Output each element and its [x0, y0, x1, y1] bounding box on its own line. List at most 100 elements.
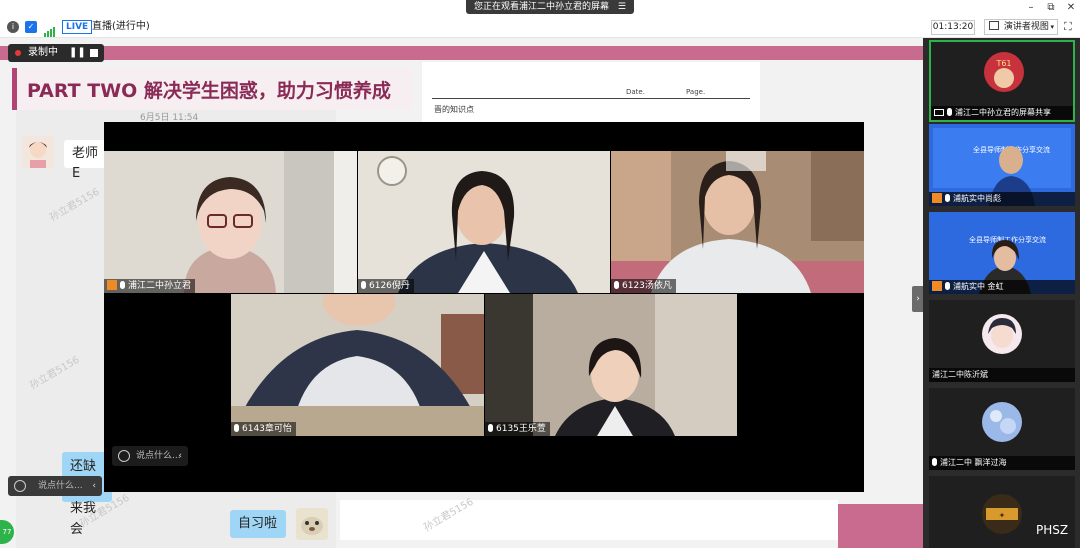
sidebar-tile-label: 浦江二中陈沂斌: [929, 368, 1075, 382]
sidebar-tile[interactable]: ✦: [929, 476, 1075, 548]
mic-icon: [614, 281, 619, 289]
participant-label: 浦江二中孙立君: [104, 279, 196, 293]
watermark: 孙立君5156: [421, 496, 476, 534]
mic-icon: [932, 458, 937, 466]
participant-label: 6135王乐萱: [485, 422, 550, 436]
live-status: 直播(进行中): [92, 21, 150, 32]
minimize-icon[interactable]: –: [1024, 1, 1038, 15]
sidebar-tile-label: 浦江二中孙立君的屏幕共享: [931, 106, 1073, 120]
mic-icon: [120, 281, 125, 289]
screen-share-icon: [934, 109, 944, 116]
info-icon[interactable]: i: [7, 21, 19, 33]
sidebar-toggle-icon[interactable]: ›: [912, 286, 923, 312]
window-title: 您正在观看浦江二中孙立君的屏幕: [474, 2, 610, 12]
chevron-left-icon[interactable]: ‹: [178, 446, 182, 466]
menu-icon[interactable]: ☰: [618, 2, 626, 12]
sidebar-tile-name: 浦江二中 飘洋过海: [940, 458, 1007, 467]
participant-label: 6126倪丹: [358, 279, 414, 293]
sidebar-tile-name: 浦航实中 金虹: [953, 282, 1004, 291]
live-badge: LIVE: [62, 20, 93, 34]
signal-icon: [44, 22, 55, 37]
sidebar-tile-label: 浦航实中 金虹: [929, 280, 1075, 294]
view-mode-label: 演讲者视图: [1003, 22, 1049, 32]
sidebar-tile-label: 浦江二中 飘洋过海: [929, 456, 1075, 470]
restore-icon[interactable]: ⧉: [1044, 1, 1058, 15]
host-icon: [932, 193, 942, 203]
screen-share-notice: 您正在观看浦江二中孙立君的屏幕 ☰: [466, 0, 634, 14]
recording-indicator: 录制中 ❚❚: [8, 44, 104, 62]
record-dot-icon: [15, 50, 21, 56]
paper-handwriting: 晋的知识点: [434, 105, 474, 114]
chevron-left-icon[interactable]: ‹: [92, 476, 96, 496]
mic-icon: [234, 424, 239, 432]
sidebar-tile[interactable]: 全县导师制工作分享交流 浦航实中尚彪: [929, 124, 1075, 206]
video-chat-placeholder: 说点什么...: [136, 451, 181, 461]
participant-name: 6143章可怡: [242, 424, 292, 434]
chat-bubble: 自习啦: [230, 510, 286, 538]
slide-header-band: [0, 46, 923, 60]
meeting-app: 您正在观看浦江二中孙立君的屏幕 ☰ – ⧉ ✕ i ✓ LIVE 直播(进行中)…: [0, 0, 1080, 548]
avatar-text: T61: [995, 59, 1011, 68]
shield-icon[interactable]: ✓: [25, 21, 37, 33]
notification-badge[interactable]: 77: [0, 520, 14, 544]
participant-name: 浦江二中孙立君: [128, 281, 192, 291]
host-icon: [932, 281, 942, 291]
watermark: 孙立君5156: [47, 186, 102, 224]
host-icon: [107, 280, 117, 290]
video-tile[interactable]: 6143章可怡: [231, 294, 484, 436]
participant-label: 6143章可怡: [231, 422, 296, 436]
avatar: T61: [984, 52, 1024, 92]
sidebar-tile-name: 浦江二中陈沂斌: [932, 370, 988, 379]
layout-icon: [989, 21, 999, 30]
mic-icon: [945, 194, 950, 202]
video-tile[interactable]: 6126倪丹: [358, 151, 610, 293]
watermark: 孙立君5156: [27, 354, 82, 392]
sidebar-tile-label: 浦航实中尚彪: [929, 192, 1075, 206]
emoji-icon[interactable]: [118, 450, 130, 462]
title-bar: 您正在观看浦江二中孙立君的屏幕 ☰ – ⧉ ✕: [0, 0, 1080, 16]
sidebar-tile[interactable]: 全县导师制工作分享交流 浦航实中 金虹: [929, 212, 1075, 294]
paper-date: Date.: [626, 88, 645, 96]
emoji-icon[interactable]: [14, 480, 26, 492]
avatar: ✦: [982, 494, 1022, 534]
toolbar: i ✓ LIVE 直播(进行中) 01:13:20 演讲者视图 ▾ ⛶: [0, 16, 1080, 38]
mic-icon: [361, 281, 366, 289]
participant-label: 6123汤依凡: [611, 279, 676, 293]
chevron-down-icon: ▾: [1050, 23, 1054, 31]
elapsed-timer: 01:13:20: [931, 20, 975, 35]
video-gallery: 浦江二中孙立君 6126倪丹 6123汤依凡 6143章可怡 6135王乐萱 说…: [104, 122, 864, 492]
participant-name: 6126倪丹: [369, 281, 410, 291]
sidebar-tile-name: 浦航实中尚彪: [953, 194, 1001, 203]
video-chat-input[interactable]: 说点什么... ‹: [112, 446, 188, 466]
stop-recording-button[interactable]: [90, 49, 98, 57]
slide-title-box: PART TWO 解决学生困惑，助力习惯养成: [12, 68, 412, 110]
sidebar-tile[interactable]: 浦江二中陈沂斌: [929, 300, 1075, 382]
paper-rule: [432, 98, 750, 99]
chat-input[interactable]: 说点什么... ‹: [8, 476, 102, 496]
view-mode-select[interactable]: 演讲者视图 ▾: [984, 19, 1058, 35]
slide-title: PART TWO 解决学生困惑，助力习惯养成: [27, 80, 391, 102]
video-tile[interactable]: 6123汤依凡: [611, 151, 864, 293]
pause-recording-button[interactable]: ❚❚: [69, 44, 86, 62]
participant-sidebar: T61 浦江二中孙立君的屏幕共享 全县导师制工作分享交流 浦航实中尚彪 全县导师…: [923, 38, 1080, 548]
notebook-paper: Date. Page. 晋的知识点: [422, 62, 760, 122]
fullscreen-icon[interactable]: ⛶: [1064, 20, 1072, 34]
chat-bubble-line: 来我会: [70, 501, 97, 537]
avatar: [982, 402, 1022, 442]
mic-icon: [947, 108, 952, 116]
video-tile[interactable]: 6135王乐萱: [485, 294, 737, 436]
slide-footer-band: [838, 504, 923, 548]
brand-watermark: PHSZ: [1036, 523, 1069, 537]
close-icon[interactable]: ✕: [1064, 1, 1078, 15]
mic-icon: [945, 282, 950, 290]
participant-name: 6135王乐萱: [496, 424, 546, 434]
chat-avatar: [296, 508, 328, 540]
recording-label: 录制中: [28, 47, 58, 58]
video-tile[interactable]: 浦江二中孙立君: [104, 151, 357, 293]
avatar: [982, 314, 1022, 354]
chat-input-placeholder: 说点什么...: [38, 481, 83, 491]
mic-icon: [488, 424, 493, 432]
sidebar-tile[interactable]: T61 浦江二中孙立君的屏幕共享: [929, 40, 1075, 122]
avatar-glyph: ✦: [999, 511, 1006, 520]
sidebar-tile[interactable]: 浦江二中 飘洋过海: [929, 388, 1075, 470]
